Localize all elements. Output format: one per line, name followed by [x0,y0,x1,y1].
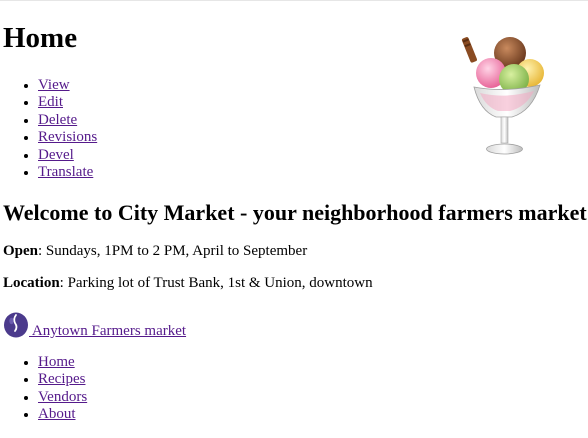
main-navigation: Home Recipes Vendors About [0,354,87,424]
nav-recipes-link[interactable]: Recipes [38,371,85,387]
open-label: Open [3,243,39,259]
nav-item-recipes: Recipes [38,371,87,388]
tab-delete-link[interactable]: Delete [38,112,77,128]
tab-view: View [38,77,97,94]
tab-edit: Edit [38,94,97,111]
local-tasks-tabs: View Edit Delete Revisions Devel Transla… [0,77,97,181]
tab-delete: Delete [38,112,97,129]
tab-devel-link[interactable]: Devel [38,147,74,163]
nav-item-home: Home [38,354,87,371]
nav-home-link[interactable]: Home [38,354,75,370]
tab-revisions: Revisions [38,129,97,146]
tab-translate: Translate [38,164,97,181]
location-text: Location: Parking lot of Trust Bank, 1st… [3,274,373,292]
nav-vendors-link[interactable]: Vendors [38,389,87,405]
open-value: : Sundays, 1PM to 2 PM, April to Septemb… [38,243,308,259]
tab-translate-link[interactable]: Translate [38,164,93,180]
location-value: : Parking lot of Trust Bank, 1st & Union… [59,275,373,291]
location-label: Location [3,275,60,291]
site-brand-name: Anytown Farmers market [29,323,187,339]
page-title: Home [3,22,78,54]
nav-about-link[interactable]: About [38,406,76,422]
site-brand-link[interactable]: Anytown Farmers market [3,310,186,340]
tab-view-link[interactable]: View [38,77,70,93]
nav-item-about: About [38,406,87,423]
nav-item-vendors: Vendors [38,389,87,406]
plum-logo-icon [4,312,28,338]
tab-edit-link[interactable]: Edit [38,94,63,110]
tab-devel: Devel [38,147,97,164]
welcome-heading: Welcome to City Market - your neighborho… [3,200,588,225]
open-hours-text: Open: Sundays, 1PM to 2 PM, April to Sep… [3,242,307,260]
ice-cream-sundae-image [461,37,544,155]
tab-revisions-link[interactable]: Revisions [38,129,97,145]
